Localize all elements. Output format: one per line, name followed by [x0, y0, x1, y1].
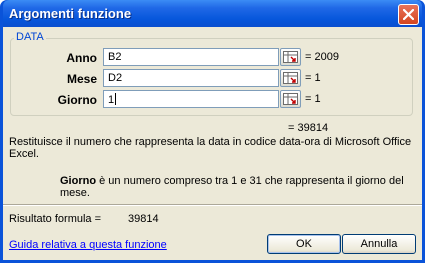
collapse-dialog-button-anno[interactable] [280, 48, 301, 66]
title-bar[interactable]: Argomenti funzione [3, 0, 422, 27]
arg-label-giorno: Giorno [57, 93, 97, 107]
argument-description-text: è un numero compreso tra 1 e 31 che rapp… [60, 175, 404, 199]
arg-input-anno[interactable]: B2 [103, 48, 279, 66]
arg-value-mese: = 1 [305, 72, 321, 84]
arg-value-anno: = 2009 [305, 51, 339, 63]
function-result: = 39814 [288, 122, 329, 134]
dialog-body: DATA Anno B2 = 2009 Mese D2 = 1 Giorno 1… [3, 27, 422, 260]
dialog-title: Argomenti funzione [9, 6, 132, 21]
group-label: DATA [14, 31, 46, 43]
close-icon [403, 9, 414, 20]
arg-value-giorno: = 1 [305, 93, 321, 105]
help-link[interactable]: Guida relativa a questa funzione [9, 239, 167, 251]
function-description: Restituisce il numero che rappresenta la… [9, 136, 412, 160]
formula-result-label: Risultato formula = [9, 213, 102, 225]
divider [3, 204, 422, 206]
arguments-group: DATA Anno B2 = 2009 Mese D2 = 1 Giorno 1… [10, 31, 413, 116]
arg-input-mese[interactable]: D2 [103, 69, 279, 87]
arg-label-anno: Anno [66, 51, 97, 65]
cancel-button[interactable]: Annulla [342, 234, 416, 254]
range-select-icon [283, 51, 298, 63]
arg-input-giorno-text: 1 [108, 94, 115, 106]
close-button[interactable] [398, 4, 419, 25]
text-cursor [115, 93, 117, 105]
ok-button[interactable]: OK [267, 234, 341, 254]
range-select-icon [283, 72, 298, 84]
collapse-dialog-button-mese[interactable] [280, 69, 301, 87]
arg-label-mese: Mese [66, 72, 97, 86]
arg-input-giorno[interactable]: 1 [103, 90, 279, 108]
argument-description: Giorno è un numero compreso tra 1 e 31 c… [60, 175, 420, 199]
formula-result-value: 39814 [128, 213, 159, 225]
collapse-dialog-button-giorno[interactable] [280, 90, 301, 108]
dialog-window: Argomenti funzione DATA Anno B2 = 2009 M… [0, 0, 425, 263]
range-select-icon [283, 93, 298, 105]
argument-description-name: Giorno [60, 175, 97, 187]
